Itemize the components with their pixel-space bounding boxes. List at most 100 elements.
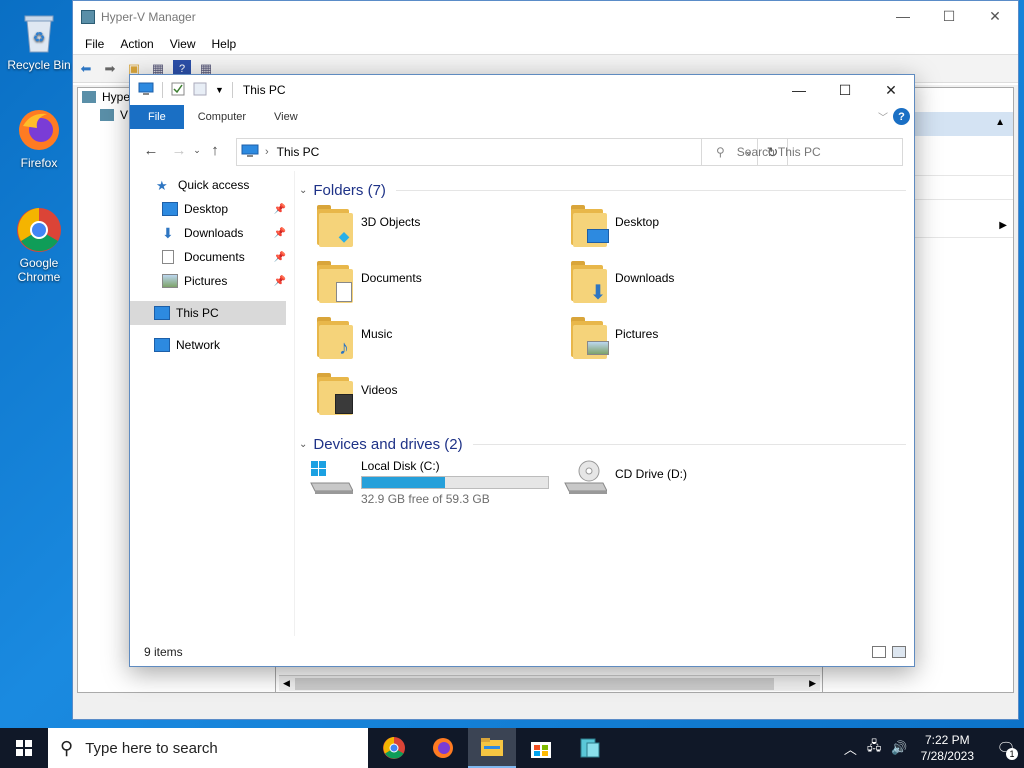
nav-desktop[interactable]: Desktop 📌 [130, 197, 290, 221]
desktop-icon [162, 202, 178, 216]
large-icons-view-icon[interactable] [892, 646, 906, 658]
desktop-icon-recycle-bin[interactable]: ♻ Recycle Bin [4, 8, 74, 72]
back-arrow-icon[interactable]: ⬅ [77, 60, 95, 78]
maximize-button[interactable]: ☐ [926, 1, 972, 31]
search-icon: ⚲ [716, 145, 725, 159]
close-button[interactable]: ✕ [972, 1, 1018, 31]
pin-icon[interactable]: 📌 [274, 228, 286, 239]
folder-videos[interactable]: Videos [315, 371, 565, 421]
breadcrumb-this-pc[interactable]: This PC [277, 145, 320, 159]
menu-action[interactable]: Action [112, 37, 161, 51]
menu-help[interactable]: Help [204, 37, 245, 51]
expand-ribbon-icon[interactable]: ﹀ [878, 109, 888, 124]
minimize-button[interactable]: — [776, 75, 822, 105]
tab-file[interactable]: File [130, 105, 184, 129]
hyperv-menu-bar: File Action View Help [73, 33, 1018, 55]
network-icon[interactable]: 🖧 [867, 737, 882, 759]
pin-icon[interactable]: 📌 [274, 204, 286, 215]
clock[interactable]: 7:22 PM 7/28/2023 [921, 732, 974, 764]
folders-grid: ◆ 3D Objects Desktop Documents ⬇ Downloa… [295, 201, 914, 429]
forward-arrow-icon[interactable]: ➡ [101, 60, 119, 78]
pin-icon[interactable]: 📌 [274, 276, 286, 287]
minimize-button[interactable]: — [880, 1, 926, 31]
firefox-icon [15, 106, 63, 154]
up-arrow-icon[interactable]: ↑ [204, 139, 226, 161]
desktop-icon-chrome[interactable]: Google Chrome [4, 206, 74, 284]
folder-documents[interactable]: Documents [315, 259, 565, 309]
start-button[interactable] [0, 728, 48, 768]
navigation-pane: ★ Quick access Desktop 📌 ⬇ Downloads 📌 D… [130, 171, 290, 636]
nav-network[interactable]: Network [130, 333, 290, 357]
tab-view[interactable]: View [260, 105, 312, 129]
volume-icon[interactable]: 🔊 [891, 740, 907, 756]
chrome-icon [15, 206, 63, 254]
customize-dropdown-icon[interactable]: ▼ [215, 85, 224, 95]
back-arrow-icon[interactable]: ← [140, 139, 162, 161]
forward-arrow-icon[interactable]: → [168, 139, 190, 161]
scroll-right-icon[interactable]: ▶ [809, 678, 816, 689]
horizontal-scrollbar[interactable]: ◀ ▶ [279, 675, 820, 691]
taskbar-app-hyperv[interactable] [566, 728, 614, 768]
show-hidden-icons-icon[interactable]: ︿ [844, 739, 857, 758]
explorer-title: This PC [242, 83, 286, 97]
recent-locations-icon[interactable]: ⌄ [190, 139, 204, 161]
taskbar-app-file-explorer[interactable] [468, 728, 516, 768]
nav-downloads[interactable]: ⬇ Downloads 📌 [130, 221, 290, 245]
hyperv-title-bar[interactable]: Hyper-V Manager [73, 1, 1018, 33]
collapse-chevron-icon[interactable]: ⌄ [299, 439, 307, 450]
taskbar-app-store[interactable] [517, 728, 565, 768]
folder-pictures[interactable]: Pictures [569, 315, 819, 365]
star-icon: ★ [156, 178, 168, 193]
new-folder-icon[interactable] [193, 82, 207, 99]
clock-date: 7/28/2023 [920, 749, 974, 763]
store-icon [531, 742, 551, 758]
this-pc-icon [154, 306, 170, 320]
close-button[interactable]: ✕ [868, 75, 914, 105]
ribbon-tabs: File Computer View ﹀ ? [130, 105, 914, 129]
menu-view[interactable]: View [162, 37, 204, 51]
help-icon[interactable]: ? [893, 108, 910, 125]
scroll-left-icon[interactable]: ◀ [283, 678, 290, 689]
nav-documents[interactable]: Documents 📌 [130, 245, 290, 269]
drives-group-header[interactable]: ⌄ Devices and drives (2) [299, 433, 914, 455]
breadcrumb-chevron-icon[interactable]: › [265, 146, 269, 158]
desktop-icon-label: Google Chrome [17, 256, 61, 284]
taskbar-app-chrome[interactable] [370, 728, 418, 768]
taskbar-app-firefox[interactable] [419, 728, 467, 768]
maximize-button[interactable]: ☐ [822, 75, 868, 105]
folder-music[interactable]: ♪ Music [315, 315, 565, 365]
tab-computer[interactable]: Computer [184, 105, 260, 129]
search-box[interactable]: ⚲ Search This PC [701, 138, 903, 166]
navigation-bar: ← → ⌄ ↑ › This PC ⌄ ↻ ⚲ Search This PC [130, 129, 914, 171]
item-count: 9 items [144, 645, 183, 659]
server-icon [100, 109, 114, 121]
folders-group-header[interactable]: ⌄ Folders (7) [299, 179, 914, 201]
hyperv-manager-icon [81, 10, 95, 24]
drives-grid: Local Disk (C:) 32.9 GB free of 59.3 GB … [295, 455, 914, 515]
search-placeholder: Search This PC [736, 145, 821, 159]
folder-desktop[interactable]: Desktop [569, 203, 819, 253]
videos-folder-icon [315, 373, 355, 415]
collapse-chevron-icon[interactable]: ⌄ [299, 185, 307, 196]
file-explorer-window[interactable]: ▼ This PC — ☐ ✕ File Computer View ﹀ ? ←… [129, 74, 915, 667]
drive-cd-d[interactable]: CD Drive (D:) [563, 459, 687, 495]
drive-local-disk-c[interactable]: Local Disk (C:) 32.9 GB free of 59.3 GB [309, 459, 549, 506]
collapse-icon[interactable]: ▲ [995, 117, 1005, 128]
hyperv-title: Hyper-V Manager [101, 10, 196, 24]
nav-pictures[interactable]: Pictures 📌 [130, 269, 290, 293]
scrollbar-thumb[interactable] [295, 678, 774, 690]
pictures-folder-icon [569, 317, 609, 359]
nav-this-pc[interactable]: This PC [130, 301, 286, 325]
folder-3d-objects[interactable]: ◆ 3D Objects [315, 203, 565, 253]
folder-downloads[interactable]: ⬇ Downloads [569, 259, 819, 309]
properties-icon[interactable] [171, 82, 185, 99]
menu-file[interactable]: File [77, 37, 112, 51]
svg-text:♻: ♻ [33, 29, 46, 45]
desktop-icon-firefox[interactable]: Firefox [4, 106, 74, 170]
action-center-button[interactable]: 🗨 1 [988, 728, 1024, 768]
details-view-icon[interactable] [872, 646, 886, 658]
nav-quick-access[interactable]: ★ Quick access [130, 173, 290, 197]
taskbar-search[interactable]: ⚲ Type here to search [48, 728, 368, 768]
pin-icon[interactable]: 📌 [274, 252, 286, 263]
downloads-folder-icon: ⬇ [569, 261, 609, 304]
